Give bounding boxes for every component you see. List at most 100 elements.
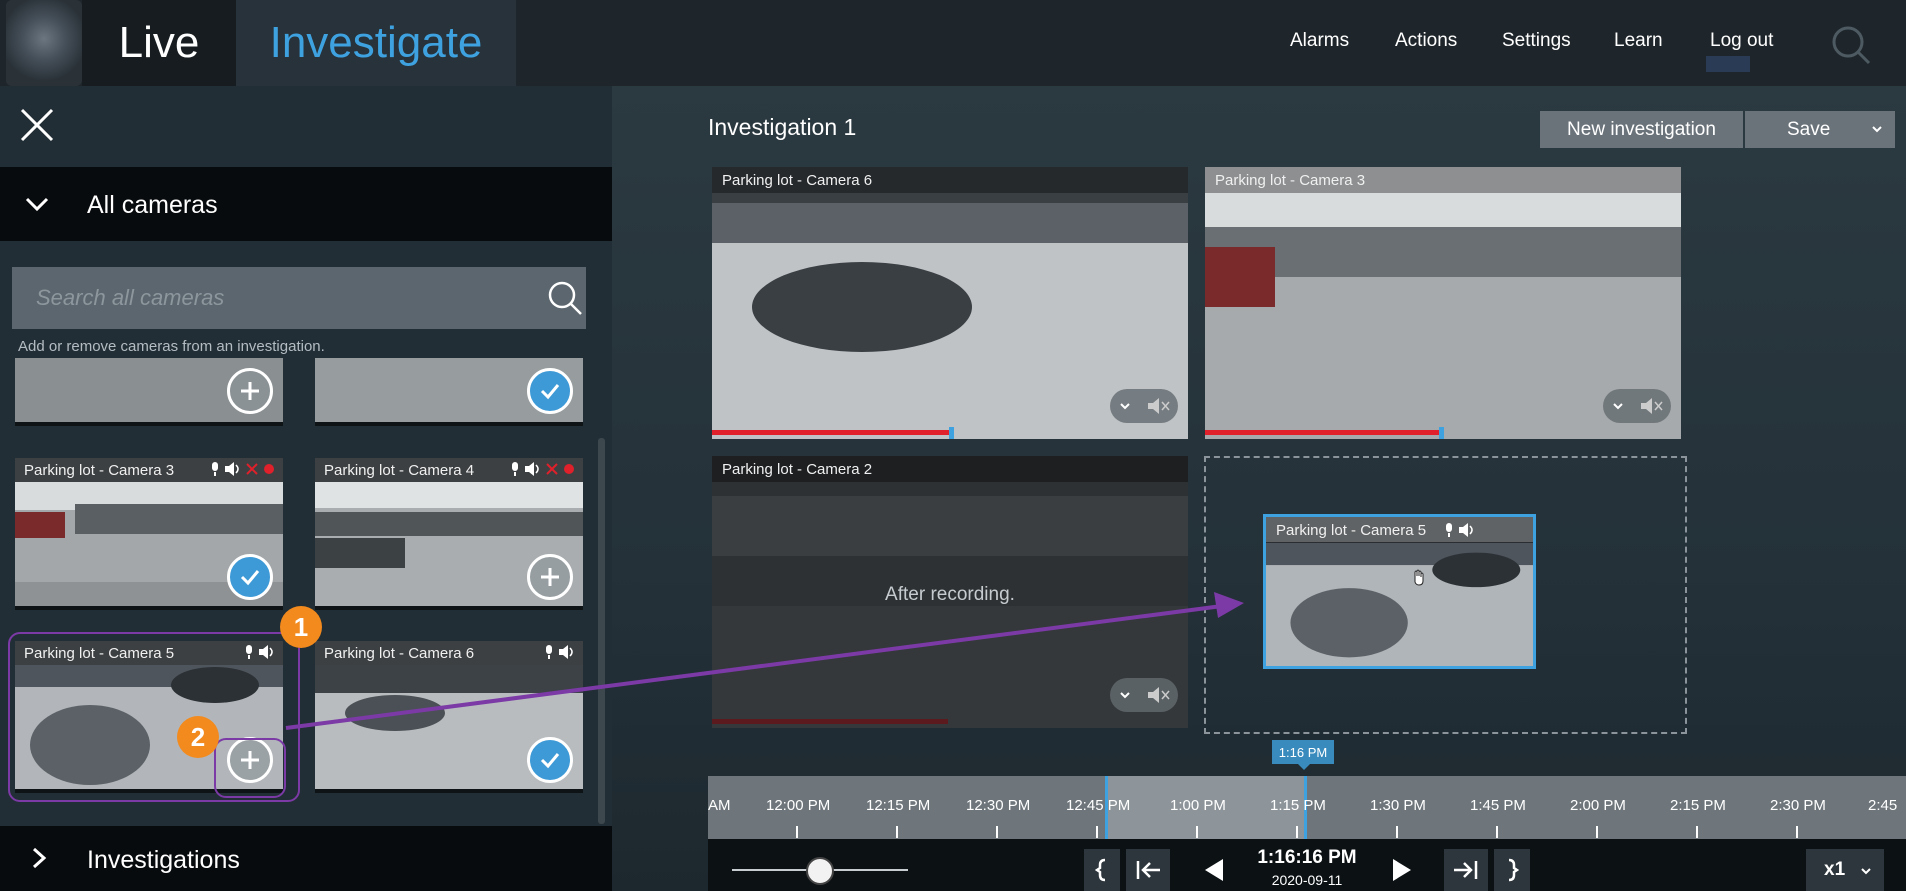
speaker-icon bbox=[525, 462, 539, 476]
search-icon[interactable] bbox=[546, 279, 584, 317]
jump-to-end-button[interactable] bbox=[1444, 849, 1488, 891]
camera-list-scrollbar[interactable] bbox=[598, 438, 605, 824]
go-to-start-bracket-button[interactable] bbox=[1084, 849, 1120, 891]
check-icon bbox=[240, 570, 260, 586]
microphone-icon bbox=[512, 462, 518, 476]
menu-settings[interactable]: Settings bbox=[1502, 30, 1571, 52]
menu-log-out[interactable]: Log out bbox=[1710, 30, 1773, 52]
camera-thumb[interactable] bbox=[315, 358, 583, 426]
new-investigation-button[interactable]: New investigation bbox=[1540, 111, 1743, 148]
save-button[interactable]: Save bbox=[1745, 111, 1895, 148]
investigations-header[interactable]: Investigations bbox=[0, 826, 612, 891]
menu-actions[interactable]: Actions bbox=[1395, 30, 1457, 52]
menu-highlight bbox=[1706, 56, 1750, 72]
camera-thumb-4[interactable]: Parking lot - Camera 4 bbox=[315, 458, 583, 610]
chevron-down-icon[interactable] bbox=[1119, 400, 1131, 412]
timeline-label: 1:30 PM bbox=[1370, 797, 1426, 814]
playback-speed-select[interactable]: x1 bbox=[1806, 849, 1884, 891]
mute-icon[interactable] bbox=[1147, 397, 1170, 415]
annotation-box-add bbox=[214, 738, 286, 798]
tile-progress bbox=[1205, 430, 1439, 435]
timeline-label: 12:00 PM bbox=[766, 797, 831, 814]
timeline-tick bbox=[1496, 826, 1498, 838]
tile-progress-marker bbox=[949, 427, 954, 439]
microphone-icon bbox=[1446, 523, 1452, 537]
plus-icon bbox=[541, 568, 559, 586]
plus-icon bbox=[241, 382, 259, 400]
timeline-tick bbox=[996, 826, 998, 838]
video-tile-camera-2[interactable]: Parking lot - Camera 2 After recording. bbox=[712, 456, 1188, 728]
tile-progress bbox=[712, 719, 948, 724]
mute-icon[interactable] bbox=[1147, 686, 1170, 704]
timeline-label: 2:45 bbox=[1868, 797, 1898, 814]
camera-name: Parking lot - Camera 5 bbox=[1276, 522, 1427, 539]
check-icon bbox=[540, 753, 560, 769]
jump-end-icon bbox=[1454, 861, 1478, 879]
go-to-end-bracket-button[interactable] bbox=[1494, 849, 1530, 891]
tile-controls bbox=[1603, 389, 1671, 423]
timeline-tick bbox=[1696, 826, 1698, 838]
remove-camera-button[interactable] bbox=[527, 368, 573, 414]
investigations-label: Investigations bbox=[87, 846, 240, 874]
add-camera-button[interactable] bbox=[227, 368, 273, 414]
camera-name: Parking lot - Camera 4 bbox=[324, 461, 475, 479]
check-icon bbox=[540, 384, 560, 400]
video-tile-camera-3[interactable]: Parking lot - Camera 3 bbox=[1205, 167, 1681, 439]
motion-icon bbox=[546, 463, 558, 475]
camera-thumb-6[interactable]: Parking lot - Camera 6 bbox=[315, 641, 583, 793]
tab-live[interactable]: Live bbox=[82, 0, 236, 86]
remove-camera-button[interactable] bbox=[227, 554, 273, 600]
camera-thumb-header: Parking lot - Camera 3 bbox=[15, 458, 283, 482]
chevron-down-icon bbox=[1872, 126, 1882, 133]
timeline-cursor-time: 1:16 PM bbox=[1272, 740, 1334, 770]
current-time: 1:16:16 PM bbox=[1257, 847, 1357, 868]
timeline-label: 2:15 PM bbox=[1670, 797, 1726, 814]
chevron-right-icon bbox=[32, 847, 47, 869]
mute-icon[interactable] bbox=[1640, 397, 1663, 415]
play-button[interactable] bbox=[1384, 849, 1420, 891]
timeline-label: 2:00 PM bbox=[1570, 797, 1626, 814]
timeline-label: AM bbox=[708, 797, 731, 814]
timeline-label: 1:00 PM bbox=[1170, 797, 1226, 814]
timeline-tick bbox=[1396, 826, 1398, 838]
search-icon[interactable] bbox=[1830, 24, 1872, 66]
remove-camera-button[interactable] bbox=[527, 737, 573, 783]
tile-header: Parking lot - Camera 5 bbox=[1266, 517, 1533, 543]
tile-controls bbox=[1110, 678, 1178, 712]
tile-header: Parking lot - Camera 2 bbox=[712, 456, 1188, 482]
all-cameras-label: All cameras bbox=[87, 191, 218, 219]
camera-search bbox=[12, 267, 586, 329]
menu-learn[interactable]: Learn bbox=[1614, 30, 1663, 52]
speaker-icon bbox=[1459, 523, 1473, 537]
camera-thumb-header: Parking lot - Camera 4 bbox=[315, 458, 583, 482]
camera-thumb[interactable] bbox=[15, 358, 283, 426]
menu-alarms[interactable]: Alarms bbox=[1290, 30, 1349, 52]
zoom-slider-thumb[interactable] bbox=[806, 857, 834, 885]
motion-icon bbox=[246, 463, 258, 475]
bracket-right-icon bbox=[1508, 858, 1519, 882]
dragged-camera-tile[interactable]: Parking lot - Camera 5 bbox=[1263, 514, 1536, 669]
timeline-tick bbox=[1796, 826, 1798, 838]
jump-to-start-button[interactable] bbox=[1126, 849, 1170, 891]
tile-header: Parking lot - Camera 6 bbox=[712, 167, 1188, 193]
timeline-label: 1:15 PM bbox=[1270, 797, 1326, 814]
all-cameras-header[interactable]: All cameras bbox=[0, 167, 612, 241]
step-badge-2: 2 bbox=[177, 716, 219, 758]
tab-investigate[interactable]: Investigate bbox=[236, 0, 516, 86]
timeline-tick bbox=[1096, 826, 1098, 838]
microphone-icon bbox=[212, 462, 218, 476]
microphone-icon bbox=[546, 645, 552, 659]
step-back-button[interactable] bbox=[1196, 849, 1232, 891]
camera-thumb-3[interactable]: Parking lot - Camera 3 bbox=[15, 458, 283, 610]
speaker-icon bbox=[559, 645, 573, 659]
timeline-label: 12:45 PM bbox=[1066, 797, 1131, 814]
close-icon[interactable] bbox=[18, 106, 56, 144]
playback-speed-value: x1 bbox=[1824, 859, 1846, 880]
video-tile-camera-6[interactable]: Parking lot - Camera 6 bbox=[712, 167, 1188, 439]
chevron-down-icon[interactable] bbox=[1612, 400, 1624, 412]
camera-name: Parking lot - Camera 3 bbox=[24, 461, 175, 479]
camera-search-input[interactable] bbox=[12, 267, 532, 329]
add-camera-button[interactable] bbox=[527, 554, 573, 600]
search-hint: Add or remove cameras from an investigat… bbox=[18, 338, 325, 355]
chevron-down-icon[interactable] bbox=[1119, 689, 1131, 701]
